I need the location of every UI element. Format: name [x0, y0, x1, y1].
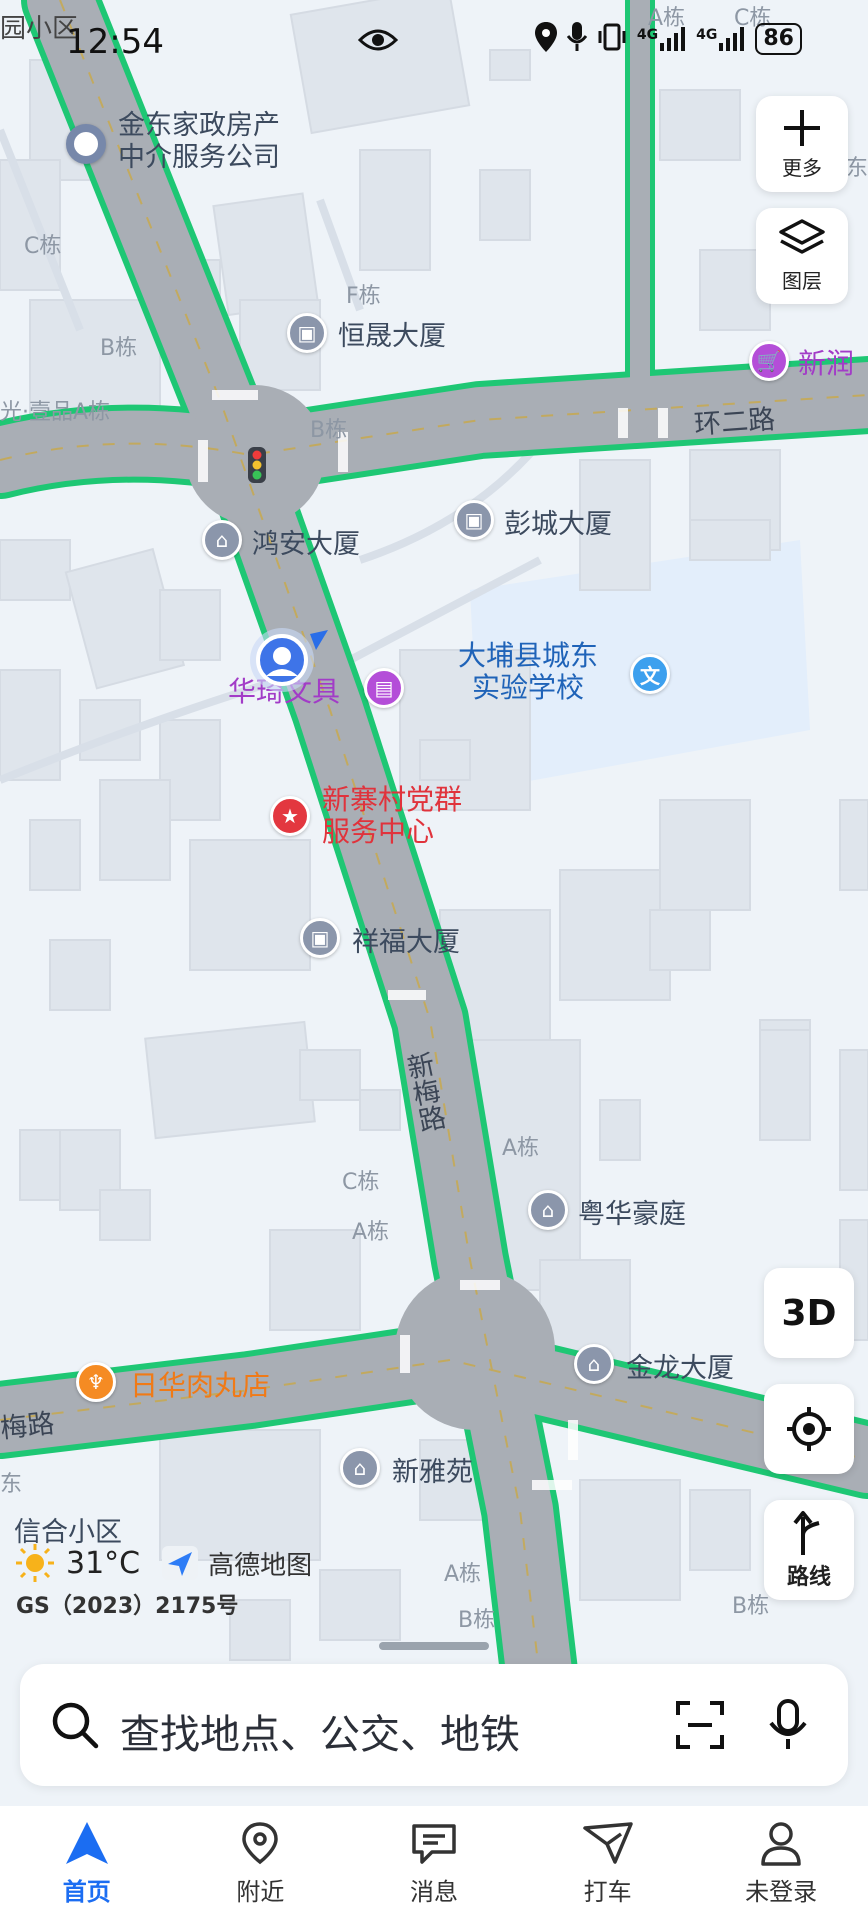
- poi-pin-icon[interactable]: [66, 124, 106, 164]
- layers-button[interactable]: 图层: [756, 208, 848, 304]
- temperature-label: 31°C: [66, 1545, 141, 1581]
- microphone-icon[interactable]: [768, 1699, 808, 1751]
- building-label: F栋: [346, 284, 381, 309]
- network-type-label: 4G: [636, 27, 659, 43]
- locate-button[interactable]: [764, 1384, 854, 1474]
- building-pin-icon[interactable]: ▣: [300, 918, 340, 958]
- status-bar: 12:54 4G 4G 86: [0, 0, 868, 84]
- three-d-button[interactable]: 3D: [764, 1268, 854, 1358]
- building-pin-icon[interactable]: ▣: [287, 313, 327, 353]
- sun-icon: [16, 1544, 54, 1582]
- nav-nearby-label: 附近: [236, 1877, 285, 1906]
- location-icon: [534, 22, 557, 56]
- nav-home[interactable]: 首页: [0, 1806, 174, 1920]
- amap-logo-icon: [162, 1546, 199, 1580]
- poi-label-xinrun[interactable]: 新润: [798, 342, 854, 382]
- scan-icon[interactable]: [676, 1701, 724, 1749]
- amap-home-screen: 园小区 A栋 C栋 东 C栋 B栋 光·壹品A栋 F栋 B栋 A栋 C栋 A栋 …: [0, 0, 868, 1920]
- vibrate-icon: [597, 23, 627, 55]
- route-icon: [793, 1511, 820, 1555]
- poi-label-school[interactable]: 大埔县城东 实验学校: [458, 640, 598, 704]
- poi-label-hongan[interactable]: 鸿安大厦: [252, 522, 360, 561]
- building-label: 东: [846, 156, 868, 181]
- map-approval-number: GS（2023）2175号: [16, 1594, 239, 1619]
- road-label-huaner: 环二路: [693, 404, 777, 441]
- poi-label-hengsheng[interactable]: 恒晟大厦: [338, 314, 446, 353]
- nav-login-label: 未登录: [745, 1877, 818, 1906]
- poi-label-yuehua[interactable]: 粤华豪庭: [578, 1192, 686, 1231]
- poi-label-xiangfu[interactable]: 祥福大厦: [352, 920, 460, 959]
- shopping-cart-icon[interactable]: 🛒: [749, 341, 789, 381]
- route-button[interactable]: 路线: [764, 1500, 854, 1600]
- poi-label-pengcheng[interactable]: 彭城大厦: [504, 502, 612, 541]
- nav-messages-label: 消息: [409, 1877, 458, 1906]
- search-icon: [52, 1702, 99, 1749]
- status-icons: 4G 4G 86: [534, 22, 802, 56]
- signal-icon: 4G: [696, 27, 745, 51]
- building-label: A栋: [502, 1136, 540, 1161]
- road-label-mei: 梅路: [0, 1408, 56, 1445]
- nav-nearby[interactable]: 附近: [174, 1806, 348, 1920]
- building-label: 东: [0, 1472, 23, 1497]
- building-label: A栋: [444, 1562, 482, 1587]
- building-label: B栋: [732, 1594, 770, 1619]
- building-label: B栋: [100, 336, 138, 361]
- map-view[interactable]: 园小区 A栋 C栋 东 C栋 B栋 光·壹品A栋 F栋 B栋 A栋 C栋 A栋 …: [0, 0, 868, 1920]
- building-pin-icon[interactable]: ⌂: [528, 1190, 568, 1230]
- location-pin-icon: [242, 1821, 279, 1864]
- building-label: C栋: [24, 234, 62, 259]
- amap-brand-label: 高德地图: [208, 1550, 313, 1581]
- shop-pin-icon[interactable]: ▤: [364, 668, 404, 708]
- nav-taxi[interactable]: 打车: [521, 1806, 695, 1920]
- star-pin-icon[interactable]: ★: [270, 796, 310, 836]
- layers-label: 图层: [782, 268, 822, 293]
- nav-taxi-label: 打车: [583, 1877, 632, 1906]
- building-label: A栋: [352, 1220, 390, 1245]
- nav-messages[interactable]: 消息: [347, 1806, 521, 1920]
- mic-icon: [566, 22, 588, 56]
- user-icon: [761, 1821, 801, 1866]
- poi-label-dangqun[interactable]: 新寨村党群 服务中心: [322, 784, 462, 848]
- more-label: 更多: [782, 155, 822, 180]
- signal-icon: 4G: [637, 27, 686, 51]
- map-canvas[interactable]: [0, 0, 868, 1920]
- building-pin-icon[interactable]: ▣: [454, 500, 494, 540]
- locate-icon: [787, 1407, 831, 1451]
- search-bar[interactable]: 查找地点、公交、地铁: [20, 1664, 848, 1786]
- nav-home-label: 首页: [62, 1877, 111, 1906]
- route-label: 路线: [786, 1565, 831, 1590]
- layers-icon: [779, 218, 825, 254]
- more-button[interactable]: 更多: [756, 96, 848, 192]
- battery-icon: 86: [755, 23, 802, 55]
- home-arrow-icon: [65, 1821, 108, 1864]
- three-d-label: 3D: [781, 1292, 837, 1334]
- school-pin-icon[interactable]: 文: [630, 654, 670, 694]
- building-pin-icon[interactable]: ⌂: [202, 520, 242, 560]
- poi-label-xinya[interactable]: 新雅苑: [392, 1450, 473, 1489]
- building-label: B栋: [458, 1608, 496, 1633]
- plus-icon: [784, 109, 820, 146]
- nav-login[interactable]: 未登录: [694, 1806, 868, 1920]
- message-icon: [412, 1823, 456, 1864]
- taxi-icon: [582, 1821, 633, 1864]
- building-pin-icon[interactable]: ⌂: [340, 1448, 380, 1488]
- building-label: 光·壹品A栋: [0, 400, 111, 425]
- bottom-navigation: 首页 附近 消息 打车 未登录: [0, 1806, 868, 1920]
- network-type-label: 4G: [696, 27, 718, 43]
- eye-icon: [357, 26, 399, 58]
- restaurant-pin-icon[interactable]: ♆: [76, 1362, 116, 1402]
- search-input[interactable]: 查找地点、公交、地铁: [120, 1702, 520, 1760]
- status-time: 12:54: [66, 22, 164, 62]
- building-label: B栋: [310, 418, 348, 443]
- drag-handle[interactable]: [379, 1642, 489, 1650]
- weather-widget[interactable]: 31°C 高德地图: [14, 1542, 312, 1584]
- poi-label-jinlong[interactable]: 金龙大厦: [626, 1346, 734, 1385]
- poi-label-rouwan[interactable]: 日华肉丸店: [130, 1364, 270, 1404]
- building-label: C栋: [342, 1170, 380, 1195]
- building-pin-icon[interactable]: ⌂: [574, 1344, 614, 1384]
- poi-label-jindong[interactable]: 金东家政房产 中介服务公司: [118, 110, 280, 174]
